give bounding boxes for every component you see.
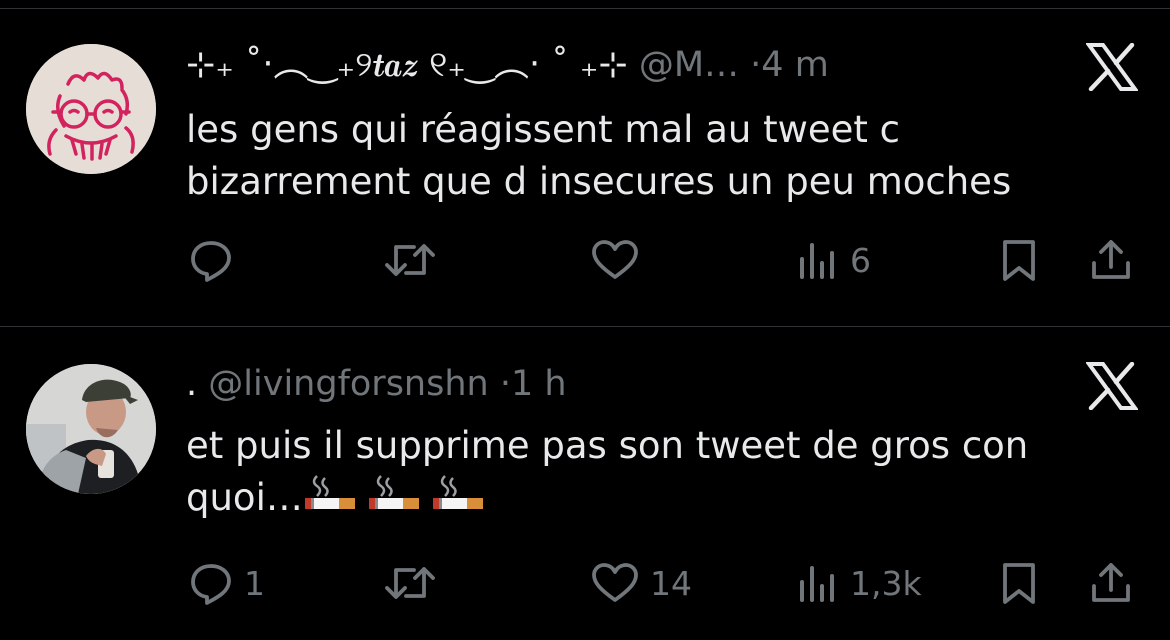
reply-icon [188, 237, 234, 283]
views-button[interactable]: 1,3k [796, 553, 922, 613]
share-button[interactable] [1088, 230, 1134, 290]
views-button[interactable]: 6 [796, 230, 871, 290]
x-logo-icon[interactable] [1085, 361, 1139, 411]
separator: · [499, 364, 511, 404]
retweet-button[interactable] [382, 553, 448, 613]
tweet-header: . @livingforsnshn ·1 h [186, 362, 1070, 406]
cigarette-emoji-group [303, 474, 493, 528]
display-name[interactable]: ⊹₊ ˚‧︵‿₊୨𝒕𝒂𝒛 ୧₊‿︵‧ ˚ ₊⊹ [186, 45, 628, 85]
action-bar: 6 [0, 230, 1170, 290]
tweet-text-line: bizarrement que d insecures un peu moche… [186, 156, 1130, 208]
bookmark-icon [998, 560, 1040, 606]
like-count: 14 [650, 563, 692, 603]
tweet[interactable]: . @livingforsnshn ·1 h et puis il suppri… [0, 327, 1170, 640]
tweet-text-line: les gens qui réagissent mal au tweet c [186, 108, 900, 151]
like-icon [590, 560, 640, 606]
share-button[interactable] [1088, 553, 1134, 613]
like-button[interactable] [590, 230, 650, 290]
retweet-icon [382, 560, 438, 606]
bookmark-button[interactable] [998, 230, 1040, 290]
views-count: 1,3k [850, 563, 922, 603]
display-name[interactable]: . [186, 364, 197, 404]
tweet-text-line: et puis il supprime pas son tweet de gro… [186, 424, 1029, 467]
action-bar: 1 14 1,3k [0, 553, 1170, 613]
retweet-button[interactable] [382, 230, 448, 290]
reply-icon [188, 560, 234, 606]
bookmark-button[interactable] [998, 553, 1040, 613]
tweet-text: les gens qui réagissent mal au tweet c b… [186, 104, 1130, 208]
timestamp[interactable]: 4 m [761, 45, 829, 85]
tweet-text-line: quoi… [186, 472, 1130, 528]
tweet-text-line-content: quoi… [186, 476, 303, 519]
avatar[interactable] [26, 364, 156, 494]
tweet-text-line-content: bizarrement que d insecures un peu moche… [186, 160, 1012, 203]
like-button[interactable]: 14 [590, 553, 692, 613]
reply-button[interactable] [188, 230, 244, 290]
separator: · [750, 45, 762, 85]
x-logo-icon[interactable] [1085, 42, 1139, 92]
avatar[interactable] [26, 44, 156, 174]
timestamp[interactable]: 1 h [511, 364, 567, 404]
tweet[interactable]: ⊹₊ ˚‧︵‿₊୨𝒕𝒂𝒛 ୧₊‿︵‧ ˚ ₊⊹ @M… ·4 m les gen… [0, 8, 1170, 327]
like-icon [590, 237, 640, 283]
views-icon [796, 560, 840, 606]
retweet-icon [382, 237, 438, 283]
handle[interactable]: @livingforsnshn [208, 364, 488, 404]
share-icon [1088, 237, 1134, 283]
reply-button[interactable]: 1 [188, 553, 265, 613]
bookmark-icon [998, 237, 1040, 283]
tweet-text: et puis il supprime pas son tweet de gro… [186, 420, 1130, 528]
reply-count: 1 [244, 563, 265, 603]
views-icon [796, 237, 840, 283]
share-icon [1088, 560, 1134, 606]
tweet-header: ⊹₊ ˚‧︵‿₊୨𝒕𝒂𝒛 ୧₊‿︵‧ ˚ ₊⊹ @M… ·4 m [186, 43, 1070, 87]
views-count: 6 [850, 240, 871, 280]
handle[interactable]: @M… [639, 45, 739, 85]
